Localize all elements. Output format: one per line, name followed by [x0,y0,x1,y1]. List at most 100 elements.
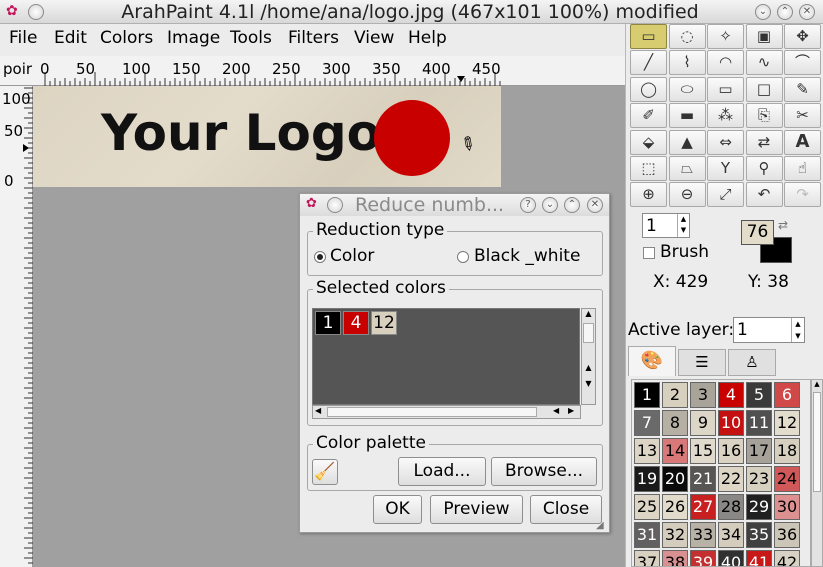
palette-color-15[interactable]: 15 [690,438,716,464]
palette-color-9[interactable]: 9 [690,410,716,436]
spin-arrows-icon[interactable]: ▲ ▼ [677,214,689,237]
clone-icon[interactable]: ⎘ [745,103,783,129]
palette-color-41[interactable]: 41 [746,550,772,566]
fit-icon[interactable]: ⤢ [707,182,744,208]
spin-arrows-icon[interactable]: ▲ ▼ [791,318,804,342]
polyline-icon[interactable]: ⌇ [668,50,706,76]
foreground-color-swatch[interactable]: 76 [741,220,774,245]
preview-button[interactable]: Preview [430,495,523,524]
palette-color-32[interactable]: 32 [662,522,688,548]
palette-color-16[interactable]: 16 [718,438,744,464]
palette-color-12[interactable]: 12 [774,410,800,436]
radio-color-label[interactable]: Color [330,246,374,266]
pencil-icon[interactable]: ✎ [784,76,821,102]
clear-palette-broom-icon[interactable]: 🧹 [312,459,338,485]
palette-color-8[interactable]: 8 [662,410,688,436]
palette-color-36[interactable]: 36 [774,522,800,548]
color-chip[interactable]: 12 [371,311,397,335]
flip-icon[interactable]: ⇔ [707,129,744,155]
palette-color-38[interactable]: 38 [662,550,688,566]
rect-select-icon[interactable]: ▭ [630,24,667,49]
palette-color-13[interactable]: 13 [634,438,660,464]
zoom-out-icon[interactable]: ⊖ [668,182,706,208]
text-icon[interactable]: A [784,129,821,155]
lasso-icon[interactable]: ◌ [668,24,706,49]
palette-color-35[interactable]: 35 [746,522,772,548]
tab-stamp[interactable]: ♙ [728,349,776,376]
selection-move-icon[interactable]: ⇄ [745,129,783,155]
scissors-icon[interactable]: ✂ [784,103,821,129]
palette-color-24[interactable]: 24 [774,466,800,492]
palette-color-25[interactable]: 25 [634,494,660,520]
palette-color-30[interactable]: 30 [774,494,800,520]
palette-color-14[interactable]: 14 [662,438,688,464]
ellipse-icon[interactable]: ◯ [630,76,667,102]
brush-size-value[interactable]: 1 [646,216,657,236]
ok-button[interactable]: OK [373,495,422,524]
warp-icon[interactable]: Y [707,156,744,181]
active-layer-spinner[interactable]: 1 ▲ ▼ [733,317,805,343]
palette-color-2[interactable]: 2 [662,382,688,408]
dialog-menu-button[interactable] [327,197,343,213]
palette-color-21[interactable]: 21 [690,466,716,492]
ellipse-fill-icon[interactable]: ⬭ [668,76,706,102]
color-palette-grid[interactable]: 1 2 3 4 5 6 7 8 9 10 11 12 13 14 15 16 17 18 19 20 21 22 23 24 2… [631,379,811,567]
selected-colors-list[interactable]: 1 4 12 [312,308,580,405]
zoom-in-icon[interactable]: ⊕ [630,182,667,208]
image-canvas[interactable]: Your Logo ✎ [33,86,501,187]
palette-color-17[interactable]: 17 [746,438,772,464]
scroll-left-icon[interactable]: ◀ [315,406,321,415]
palette-color-33[interactable]: 33 [690,522,716,548]
menu-colors[interactable]: Colors [100,28,153,48]
scroll-up-icon[interactable]: ▲ [582,363,595,372]
active-layer-value[interactable]: 1 [737,320,748,340]
curve-icon[interactable]: ⌒ [784,50,821,76]
spray-icon[interactable]: ⁂ [707,103,744,129]
transform-icon[interactable]: ⬚ [630,156,667,181]
bucket-icon[interactable]: ⬙ [630,129,667,155]
dialog-close-icon[interactable]: ✕ [587,197,603,213]
palette-color-28[interactable]: 28 [718,494,744,520]
color-chip[interactable]: 4 [343,311,369,335]
minimize-button[interactable]: ⌄ [755,4,771,20]
palette-color-20[interactable]: 20 [662,466,688,492]
palette-color-27[interactable]: 27 [690,494,716,520]
tab-palette[interactable]: 🎨 [628,346,676,376]
menu-file[interactable]: File [9,28,37,48]
palette-color-31[interactable]: 31 [634,522,660,548]
menu-view[interactable]: View [354,28,394,48]
scroll-up-icon[interactable]: ▲ [812,380,822,388]
palette-color-34[interactable]: 34 [718,522,744,548]
radio-black-white[interactable] [457,251,469,263]
vertical-scrollbar[interactable]: ▲ ▲ ▼ [581,308,596,405]
palette-color-1[interactable]: 1 [634,382,660,408]
rectangle-icon[interactable]: ▭ [707,76,744,102]
palette-color-7[interactable]: 7 [634,410,660,436]
resize-grip-icon[interactable]: ◢ [596,520,604,531]
palette-color-19[interactable]: 19 [634,466,660,492]
line-icon[interactable]: ╱ [630,50,667,76]
palette-color-4[interactable]: 4 [718,382,744,408]
brush-icon[interactable]: ✐ [630,103,667,129]
palette-color-23[interactable]: 23 [746,466,772,492]
palette-scrollbar[interactable]: ▲ [811,379,823,567]
palette-color-10[interactable]: 10 [718,410,744,436]
palette-color-26[interactable]: 26 [662,494,688,520]
radio-black-white-label[interactable]: Black _white [474,246,580,266]
close-window-button[interactable]: ✕ [799,4,815,20]
dialog-maximize-button[interactable]: ⌃ [564,197,580,213]
smudge-icon[interactable]: ☝ [784,156,821,181]
scroll-thumb[interactable] [813,392,821,492]
gradient-icon[interactable]: ▲ [668,129,706,155]
menu-filters[interactable]: Filters [288,28,339,48]
crop-icon[interactable]: ▣ [745,24,783,49]
palette-color-40[interactable]: 40 [718,550,744,566]
swap-colors-icon[interactable]: ⇄ [778,218,788,232]
menu-tools[interactable]: Tools [230,28,272,48]
bezier-icon[interactable]: ∿ [745,50,783,76]
brush-label[interactable]: Brush [660,242,709,262]
close-button[interactable]: Close [530,495,602,524]
brush-checkbox[interactable] [643,247,655,259]
scroll-thumb[interactable] [327,407,537,417]
palette-color-3[interactable]: 3 [690,382,716,408]
